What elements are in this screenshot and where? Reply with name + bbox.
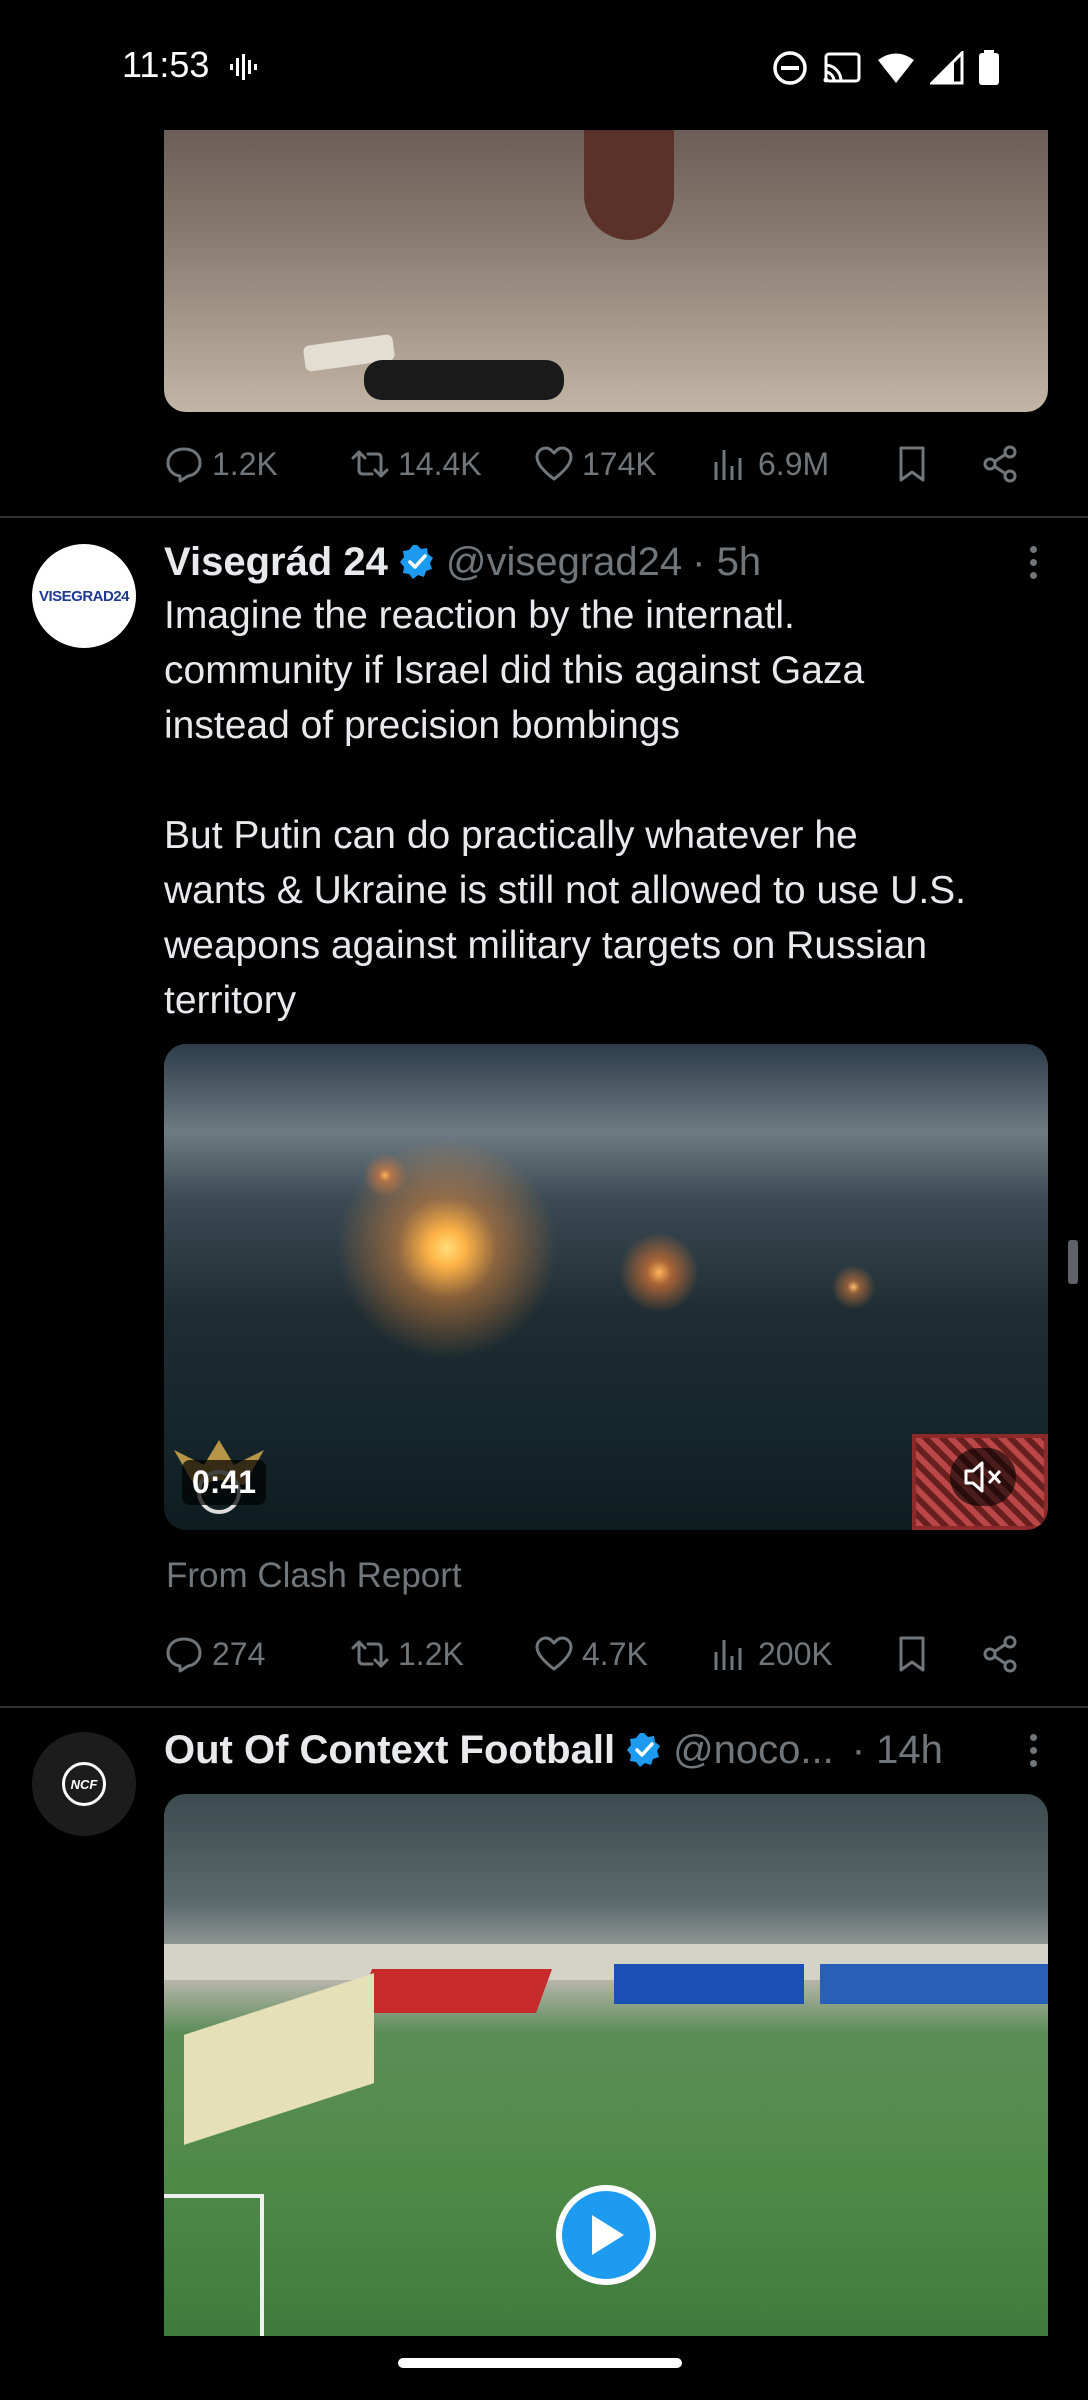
reply-icon bbox=[166, 1637, 202, 1673]
status-time: 11:53 bbox=[122, 44, 210, 85]
more-options-button[interactable] bbox=[1018, 1730, 1048, 1770]
repost-count: 1.2K bbox=[398, 1635, 464, 1672]
play-button[interactable] bbox=[556, 2185, 656, 2285]
do-not-disturb-icon bbox=[773, 51, 807, 85]
battery-icon bbox=[979, 50, 999, 85]
media-figure bbox=[584, 130, 674, 240]
share-icon bbox=[983, 1635, 1017, 1673]
display-name[interactable]: Out Of Context Football bbox=[164, 1728, 615, 1773]
post-text-line: instead of precision bombings bbox=[164, 704, 680, 747]
post-text-line: wants & Ukraine is still not allowed to … bbox=[164, 869, 967, 912]
views-icon bbox=[714, 1640, 742, 1670]
heart-icon bbox=[535, 446, 573, 481]
post-time: · 14h bbox=[851, 1727, 943, 1772]
ad-board-yellow bbox=[184, 1973, 374, 2145]
like-count: 174K bbox=[582, 445, 657, 482]
avatar-text: NCF bbox=[70, 1776, 98, 1792]
post-text-line: weapons against military targets on Russ… bbox=[164, 924, 928, 967]
heart-icon bbox=[535, 1636, 573, 1671]
avatar-text: VISEGRAD24 bbox=[38, 587, 130, 605]
post-text-line: community if Israel did this against Gaz… bbox=[164, 649, 865, 692]
media-cloth-dark bbox=[364, 360, 564, 400]
post-divider bbox=[0, 516, 1088, 518]
post-text-line: Imagine the reaction by the internatl. bbox=[164, 594, 795, 637]
views-count: 200K bbox=[758, 1635, 833, 1672]
reply-icon bbox=[166, 447, 202, 483]
bookmark-icon bbox=[899, 446, 925, 482]
share-icon bbox=[983, 445, 1017, 483]
post-video[interactable] bbox=[164, 1044, 1048, 1530]
avatar[interactable]: VISEGRAD24 bbox=[32, 544, 136, 648]
views-button[interactable]: 6.9M bbox=[710, 434, 829, 494]
cellular-signal-icon bbox=[930, 51, 964, 85]
goal-frame bbox=[164, 2194, 264, 2336]
mute-button[interactable] bbox=[950, 1448, 1016, 1506]
repost-count: 14.4K bbox=[398, 445, 482, 482]
repost-icon bbox=[351, 450, 389, 478]
views-count: 6.9M bbox=[758, 445, 830, 482]
like-count: 4.7K bbox=[582, 1635, 648, 1672]
post-divider bbox=[0, 1706, 1088, 1708]
post-media-image[interactable] bbox=[164, 130, 1048, 412]
cast-icon bbox=[823, 52, 861, 83]
post-time: · 5h bbox=[692, 539, 762, 584]
bookmark-button[interactable] bbox=[892, 434, 932, 494]
avatar[interactable]: NCF bbox=[32, 1732, 136, 1836]
handle[interactable]: @visegrad24 bbox=[446, 540, 682, 585]
share-button[interactable] bbox=[980, 1624, 1020, 1684]
reply-button[interactable]: 274 bbox=[164, 1624, 265, 1684]
repost-button[interactable]: 14.4K bbox=[350, 434, 482, 494]
repost-button[interactable]: 1.2K bbox=[350, 1624, 464, 1684]
scrollbar-thumb[interactable] bbox=[1068, 1240, 1078, 1284]
bookmark-button[interactable] bbox=[892, 1624, 932, 1684]
post-text-line bbox=[164, 753, 1048, 808]
home-indicator[interactable] bbox=[398, 2358, 682, 2368]
post-text-line: territory bbox=[164, 979, 297, 1022]
views-icon bbox=[714, 450, 742, 480]
post-header: Visegrád 24 @visegrad24 · 5h bbox=[164, 536, 761, 588]
status-icons bbox=[772, 48, 1000, 88]
ad-board-red bbox=[355, 1969, 553, 2013]
like-button[interactable]: 4.7K bbox=[534, 1624, 648, 1684]
ad-board-blue-2 bbox=[820, 1964, 1048, 2004]
status-bar: 11:53 bbox=[0, 0, 1088, 130]
more-options-button[interactable] bbox=[1018, 542, 1048, 582]
action-bar: 1.2K 14.4K 174K 6.9M bbox=[164, 434, 1048, 494]
verified-badge-icon bbox=[627, 1733, 661, 1767]
reply-button[interactable]: 1.2K bbox=[164, 434, 278, 494]
reply-count: 274 bbox=[212, 1635, 266, 1672]
volume-muted-icon bbox=[964, 1461, 1002, 1493]
post-header: Out Of Context Football @noco... · 14h bbox=[164, 1724, 943, 1776]
action-bar: 274 1.2K 4.7K 200K bbox=[164, 1624, 1048, 1684]
share-button[interactable] bbox=[980, 434, 1020, 494]
repost-icon bbox=[351, 1640, 389, 1668]
source-attribution[interactable]: From Clash Report bbox=[166, 1556, 462, 1596]
wifi-icon bbox=[878, 53, 914, 83]
views-button[interactable]: 200K bbox=[710, 1624, 833, 1684]
post-text-line: But Putin can do practically whatever he bbox=[164, 814, 858, 857]
verified-badge-icon bbox=[399, 545, 433, 579]
post-text: Imagine the reaction by the internatl. c… bbox=[164, 588, 1048, 1028]
like-button[interactable]: 174K bbox=[534, 434, 657, 494]
voice-wave-icon bbox=[230, 54, 257, 80]
display-name[interactable]: Visegrád 24 bbox=[164, 540, 388, 585]
video-duration: 0:41 bbox=[182, 1460, 267, 1505]
handle[interactable]: @noco... bbox=[673, 1728, 834, 1773]
reply-count: 1.2K bbox=[212, 445, 278, 482]
ad-board-blue bbox=[614, 1964, 804, 2004]
play-icon bbox=[592, 2215, 624, 2255]
bookmark-icon bbox=[899, 1636, 925, 1672]
